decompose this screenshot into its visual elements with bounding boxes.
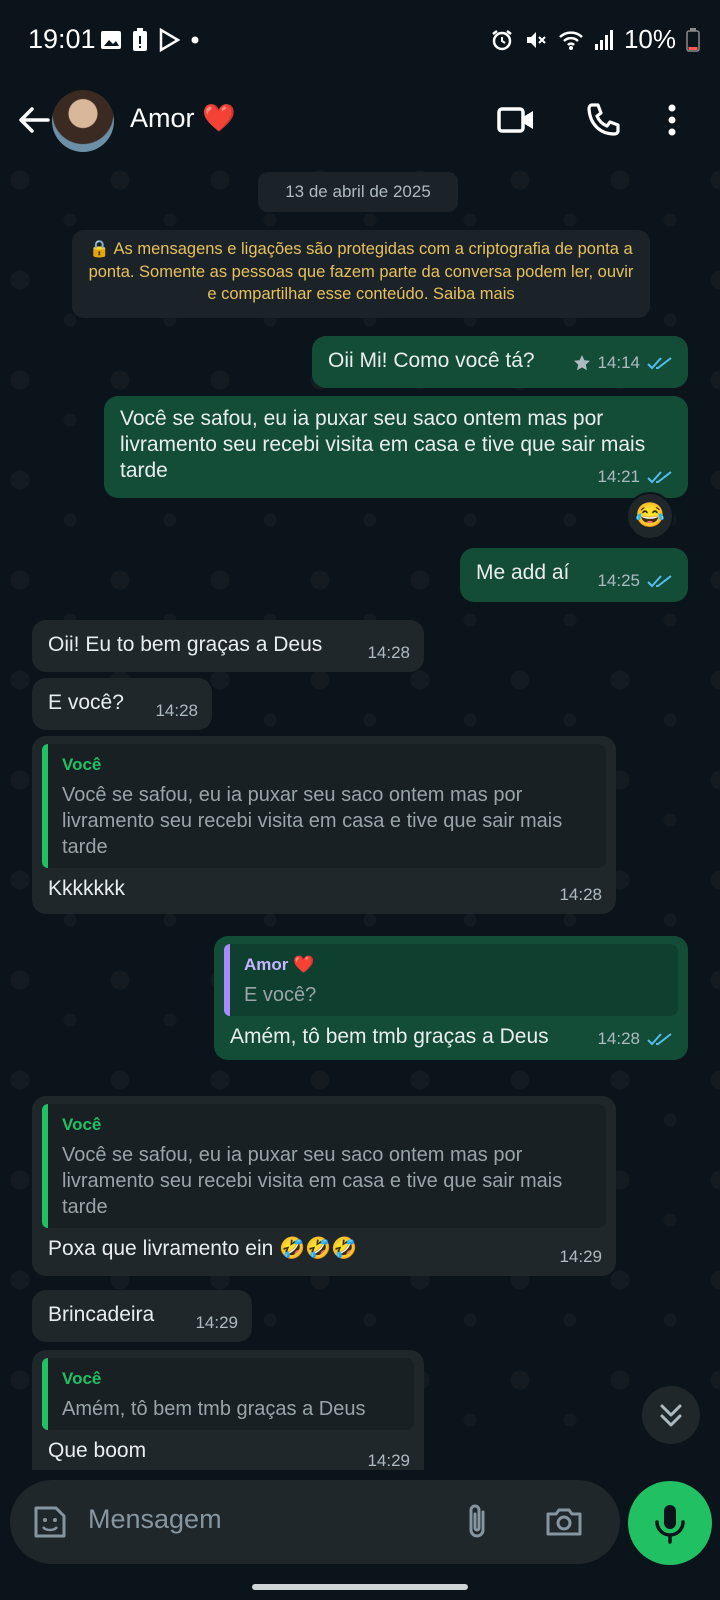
message-time: 14:29 [367, 1451, 410, 1470]
outgoing-message[interactable]: Oii Mi! Como você tá? 14:14 [312, 336, 688, 388]
status-bar: 19:01 10% [0, 0, 720, 80]
navigation-handle[interactable] [252, 1584, 468, 1590]
incoming-reply-message[interactable]: Você Você se safou, eu ia puxar seu saco… [32, 1096, 616, 1276]
message-time: 14:21 [597, 467, 640, 486]
battery-icon [686, 27, 700, 52]
heart-emoji: ❤️ [202, 103, 236, 133]
scroll-to-bottom-button[interactable] [642, 1386, 700, 1444]
message-meta: 14:28 [367, 640, 410, 666]
quoted-message[interactable]: Você Você se safou, eu ia puxar seu saco… [42, 744, 606, 868]
date-separator: 13 de abril de 2025 [258, 172, 458, 212]
message-meta: 14:29 [195, 1310, 238, 1336]
battery-alert-icon [133, 28, 147, 51]
message-text: Poxa que livramento ein 🤣🤣🤣 [48, 1237, 358, 1260]
message-time: 14:28 [367, 643, 410, 662]
message-time: 14:29 [195, 1313, 238, 1332]
message-time: 14:25 [597, 571, 640, 590]
message-text: Você se safou, eu ia puxar seu saco onte… [120, 407, 646, 482]
back-arrow-icon[interactable] [14, 100, 54, 140]
encryption-notice[interactable]: 🔒 As mensagens e ligações são protegidas… [72, 230, 650, 318]
outgoing-message[interactable]: Você se safou, eu ia puxar seu saco onte… [104, 396, 688, 498]
chat-header: Amor ❤️ [0, 80, 720, 160]
message-text: Oii! Eu to bem graças a Deus [48, 633, 323, 656]
signal-icon [594, 29, 613, 50]
voice-message-button[interactable] [628, 1481, 712, 1565]
message-meta: 14:25 [597, 568, 674, 594]
message-time: 14:28 [155, 701, 198, 720]
quote-text: Você se safou, eu ia puxar seu saco onte… [62, 784, 563, 858]
outgoing-reply-message[interactable]: Amor ❤️ E você? Amém, tô bem tmb graças … [214, 936, 688, 1060]
quote-author: Você [62, 1115, 102, 1134]
incoming-message[interactable]: E você? 14:28 [32, 678, 212, 730]
chat-area[interactable]: 13 de abril de 2025 🔒 As mensagens e lig… [0, 160, 720, 1470]
incoming-reply-message[interactable]: Você Você se safou, eu ia puxar seu saco… [32, 736, 616, 914]
message-meta: 14:29 [559, 1244, 602, 1270]
message-meta: 14:21 [597, 464, 674, 490]
notification-icons [100, 28, 200, 52]
message-meta: 14:28 [155, 698, 198, 724]
message-meta: 14:14 [573, 350, 674, 376]
read-ticks-icon [647, 471, 672, 484]
incoming-message[interactable]: Brincadeira 14:29 [32, 1290, 252, 1342]
status-right: 10% [490, 24, 700, 55]
incoming-message[interactable]: Oii! Eu to bem graças a Deus 14:28 [32, 620, 424, 672]
voice-call-icon[interactable] [582, 98, 626, 142]
message-time: 14:28 [559, 885, 602, 904]
status-time: 19:01 [28, 24, 96, 54]
attach-icon[interactable] [456, 1500, 500, 1544]
quote-author: Amor ❤️ [244, 955, 315, 974]
quoted-message[interactable]: Você Amém, tô bem tmb graças a Deus [42, 1358, 414, 1430]
incoming-reply-message[interactable]: Você Amém, tô bem tmb graças a Deus Que … [32, 1350, 424, 1470]
play-store-icon [159, 28, 180, 52]
quote-text: E você? [244, 984, 317, 1006]
message-reaction[interactable]: 😂 [626, 492, 674, 540]
quote-author: Você [62, 755, 102, 774]
quote-author: Você [62, 1369, 102, 1388]
microphone-icon [655, 1505, 685, 1544]
read-ticks-icon [647, 575, 672, 588]
more-options-icon[interactable] [658, 98, 686, 142]
message-meta: 14:28 [559, 882, 602, 908]
wifi-icon [559, 30, 583, 50]
message-input[interactable]: Mensagem [88, 1504, 222, 1535]
message-text: Kkkkkkk [48, 877, 126, 900]
video-call-icon[interactable] [494, 98, 538, 142]
message-time: 14:29 [559, 1247, 602, 1266]
mute-icon [526, 31, 546, 48]
message-time: 14:28 [597, 1029, 640, 1048]
message-meta: 14:28 [597, 1026, 674, 1052]
read-ticks-icon [647, 1033, 672, 1046]
quoted-message[interactable]: Amor ❤️ E você? [224, 944, 678, 1016]
more-notifications-dot-icon [191, 36, 199, 44]
message-time: 14:14 [597, 353, 640, 372]
read-ticks-icon [647, 357, 672, 370]
quoted-message[interactable]: Você Você se safou, eu ia puxar seu saco… [42, 1104, 606, 1228]
battery-percent: 10% [623, 24, 676, 54]
outgoing-message[interactable]: Me add aí 14:25 [460, 548, 688, 602]
quote-text: Você se safou, eu ia puxar seu saco onte… [62, 1144, 563, 1218]
message-meta: 14:29 [367, 1448, 410, 1470]
sticker-icon[interactable] [28, 1500, 72, 1544]
gallery-icon [101, 31, 121, 49]
contact-name[interactable]: Amor ❤️ [130, 102, 236, 134]
contact-avatar[interactable] [52, 90, 114, 152]
contact-name-text: Amor [130, 103, 195, 133]
double-chevron-down-icon [660, 1404, 682, 1427]
star-icon [574, 355, 591, 371]
message-text: Que boom [48, 1439, 147, 1462]
quote-text: Amém, tô bem tmb graças a Deus [62, 1398, 366, 1420]
alarm-icon [492, 29, 512, 50]
message-input-bar[interactable]: Mensagem [10, 1480, 620, 1564]
camera-icon[interactable] [542, 1500, 586, 1544]
